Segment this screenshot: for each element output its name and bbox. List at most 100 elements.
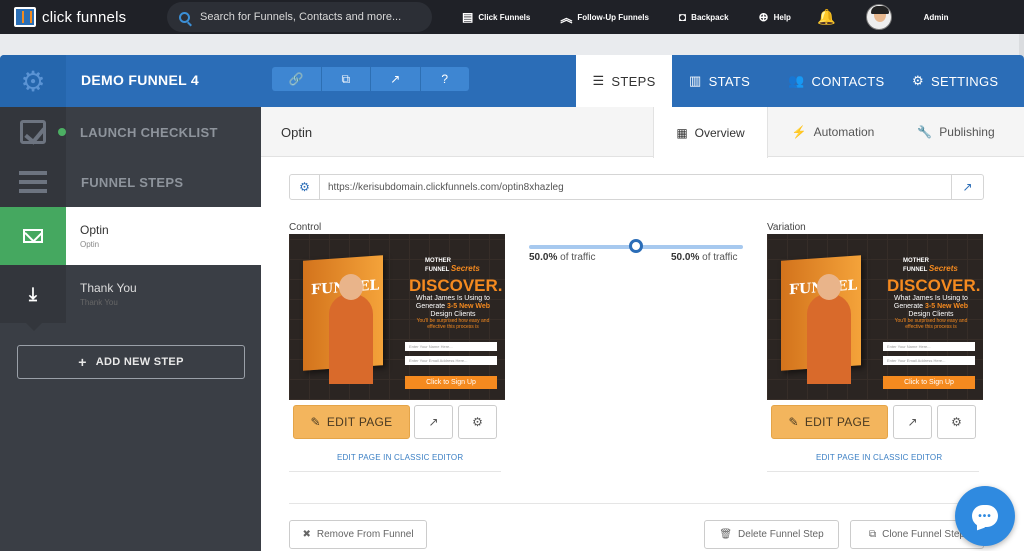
wrench-icon: 🔧	[917, 125, 933, 139]
preview-logo: MOTHER FUNNEL Secrets	[903, 258, 958, 274]
sub-line: What James Is Using to	[894, 295, 968, 302]
close-icon: ✖	[302, 529, 311, 540]
brand-logo[interactable]: click funnels	[14, 7, 164, 27]
chevrons-up-icon: ︽	[560, 10, 573, 25]
control-settings-button[interactable]: ⚙	[458, 405, 497, 439]
tab-contacts[interactable]: 👥 CONTACTS	[788, 55, 884, 107]
life-ring-icon: ⊕	[758, 10, 769, 24]
tab-label: STEPS	[611, 73, 656, 89]
funnel-settings-gear[interactable]: ⚙	[0, 55, 66, 107]
step-url[interactable]: https://kerisubdomain.clickfunnels.com/o…	[320, 182, 951, 193]
sub-highlight: 3-5 New Web	[447, 303, 491, 310]
tab-automation[interactable]: ⚡ Automation	[781, 107, 885, 157]
steps-icon-box	[0, 157, 66, 207]
nav-help[interactable]: ⊕ Help	[759, 10, 791, 24]
nav-click-funnels[interactable]: ▤ Click Funnels	[462, 10, 530, 24]
remove-from-funnel-button[interactable]: ✖ Remove From Funnel	[289, 520, 427, 549]
plus-icon: +	[78, 354, 87, 370]
traffic-suffix: of traffic	[702, 252, 738, 263]
preview-name-field: Enter Your Name Here...	[883, 342, 975, 351]
delete-funnel-step-button[interactable]: 🗑 Delete Funnel Step	[704, 520, 839, 549]
divider	[289, 503, 984, 504]
preview-email-field: Enter Your Email Address Here...	[405, 356, 497, 365]
edit-icon: ✎	[310, 415, 321, 429]
traffic-value: 50.0%	[529, 252, 558, 263]
logo-line: FUNNEL	[425, 267, 450, 273]
step-url-bar: ⚙ https://kerisubdomain.clickfunnels.com…	[289, 174, 984, 200]
preview-cta: Click to Sign Up	[883, 376, 975, 389]
trash-icon: 🗑	[719, 529, 733, 540]
step-icon-box: ⤓	[0, 265, 66, 331]
variation-settings-button[interactable]: ⚙	[937, 405, 976, 439]
variation-edit-page-button[interactable]: ✎ EDIT PAGE	[771, 405, 888, 439]
sidebar-item-funnel-steps[interactable]: FUNNEL STEPS	[0, 157, 261, 207]
divider	[767, 471, 979, 472]
control-label: Control	[289, 222, 322, 233]
checkbox-icon	[20, 120, 46, 144]
control-preview-button[interactable]: ↗	[414, 405, 453, 439]
external-link-icon: ↗	[907, 415, 918, 429]
preview-person	[807, 274, 851, 384]
tab-overview[interactable]: ▦ Overview	[653, 107, 768, 158]
checklist-icon-box	[0, 107, 66, 157]
button-label: Remove From Funnel	[316, 529, 414, 540]
button-label: Delete Funnel Step	[738, 529, 824, 540]
funnel-step-optin[interactable]: Optin Optin	[0, 207, 261, 273]
link-icon[interactable]: 🔗	[272, 67, 322, 91]
open-url-external-icon[interactable]: ↗	[951, 175, 983, 199]
avatar[interactable]	[865, 4, 892, 30]
preview-subheadline: What James Is Using to Generate 3-5 New W…	[881, 295, 981, 319]
gear-icon: ⚙	[472, 415, 483, 429]
tab-publishing[interactable]: 🔧 Publishing	[901, 107, 1011, 157]
users-icon: 👥	[788, 73, 805, 88]
backpack-icon: ◘	[678, 10, 687, 24]
step-main: Optin ▦ Overview ⚡ Automation 🔧 Publishi…	[261, 107, 1024, 551]
variation-page-preview[interactable]: FUNNEL MOTHER FUNNEL Secrets DISCOVER. Wh…	[767, 234, 983, 400]
chat-bubble-icon: •••	[972, 505, 998, 527]
sidebar-item-launch-checklist[interactable]: LAUNCH CHECKLIST	[0, 107, 261, 157]
step-icon-box	[0, 207, 66, 273]
preview-name-field: Enter Your Name Here...	[405, 342, 497, 351]
variation-label: Variation	[767, 222, 806, 233]
preview-headline: DISCOVER.	[409, 276, 503, 295]
user-menu-label[interactable]: Admin	[924, 13, 949, 22]
sub-line: Generate	[415, 303, 448, 310]
search-icon	[179, 11, 190, 23]
variation-preview-button[interactable]: ↗	[893, 405, 932, 439]
preview-small-text: You'll be surprised how easy and effectiv…	[883, 318, 979, 330]
logo-line: FUNNEL	[903, 267, 928, 273]
add-new-step-button[interactable]: + ADD NEW STEP	[17, 345, 245, 379]
nav-label: Follow-Up Funnels	[577, 12, 649, 22]
notifications-bell-icon[interactable]: 🔔	[817, 8, 836, 26]
external-link-icon[interactable]: ↗	[371, 67, 421, 91]
help-icon[interactable]: ?	[421, 67, 470, 91]
global-search[interactable]	[167, 2, 432, 32]
chat-launcher[interactable]: •••	[955, 486, 1015, 546]
copy-icon[interactable]: ⧉	[322, 67, 371, 91]
tab-label: STATS	[708, 73, 751, 89]
nav-backpack[interactable]: ◘ Backpack	[679, 10, 729, 24]
step-text: Thank You Thank You	[80, 281, 137, 307]
search-input[interactable]	[200, 11, 420, 23]
nav-follow-up-funnels[interactable]: ︽ Follow-Up Funnels	[560, 9, 649, 26]
sub-line: Design Clients	[430, 311, 476, 318]
variation-classic-editor-link[interactable]: EDIT PAGE IN CLASSIC EDITOR	[816, 453, 942, 462]
preview-email-field: Enter Your Email Address Here...	[883, 356, 975, 365]
control-edit-page-button[interactable]: ✎ EDIT PAGE	[293, 405, 410, 439]
status-dot	[58, 128, 66, 136]
control-page-preview[interactable]: FUNNEL MOTHER FUNNEL Secrets DISCOVER. Wh…	[289, 234, 505, 400]
top-navbar: click funnels ▤ Click Funnels ︽ Follow-U…	[0, 0, 1024, 34]
brand-name: click funnels	[42, 8, 127, 26]
logo-script: Secrets	[928, 264, 958, 273]
clone-icon: ⧉	[869, 529, 877, 540]
tab-stats[interactable]: ▥ STATS	[689, 55, 750, 107]
funnel-step-thank-you[interactable]: ⤓ Thank You Thank You	[0, 265, 261, 331]
sidebar-item-label: LAUNCH CHECKLIST	[80, 124, 218, 140]
control-classic-editor-link[interactable]: EDIT PAGE IN CLASSIC EDITOR	[337, 453, 463, 462]
traffic-split-handle[interactable]	[629, 239, 643, 253]
tab-steps[interactable]: ☰ STEPS	[576, 55, 672, 107]
tab-label: CONTACTS	[811, 73, 885, 89]
sub-line: Generate	[893, 303, 926, 310]
tab-settings[interactable]: ⚙ SETTINGS	[912, 55, 998, 107]
url-settings-gear-icon[interactable]: ⚙	[290, 175, 320, 199]
